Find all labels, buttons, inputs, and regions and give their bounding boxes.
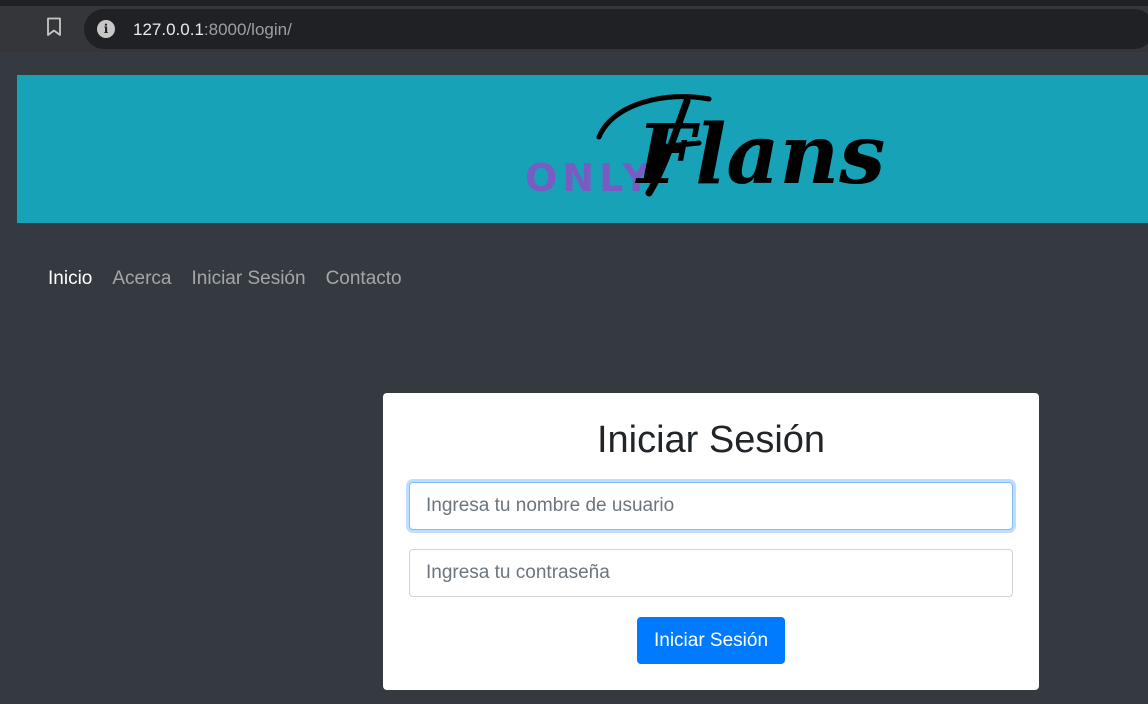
url-host: 127.0.0.1 [133,20,204,39]
nav-item-inicio[interactable]: Inicio [38,266,102,292]
address-bar[interactable]: i 127.0.0.1:8000/login/ [84,9,1148,49]
login-submit-button[interactable]: Iniciar Sesión [637,617,785,664]
nav-item-iniciar-sesion[interactable]: Iniciar Sesión [182,266,316,292]
nav-item-acerca[interactable]: Acerca [102,266,181,292]
url-text[interactable]: 127.0.0.1:8000/login/ [133,20,292,40]
logo-small-text: ONLY [525,156,655,200]
logo-script-text: Flans [635,107,885,203]
main-nav: Inicio Acerca Iniciar Sesión Contacto [38,266,412,292]
bookmark-button[interactable] [40,15,68,43]
nav-item-contacto[interactable]: Contacto [316,266,412,292]
bookmark-icon [46,17,62,42]
info-icon[interactable]: i [97,20,115,38]
url-path: :8000/login/ [203,20,292,39]
site-logo[interactable]: ONLY Flans [517,85,917,215]
login-title: Iniciar Sesión [596,419,826,461]
header-banner: ONLY Flans [17,75,1148,223]
browser-toolbar: i 127.0.0.1:8000/login/ [0,6,1148,52]
username-input[interactable] [409,482,1013,530]
login-card: Iniciar Sesión Iniciar Sesión [383,393,1039,690]
password-input[interactable] [409,549,1013,597]
